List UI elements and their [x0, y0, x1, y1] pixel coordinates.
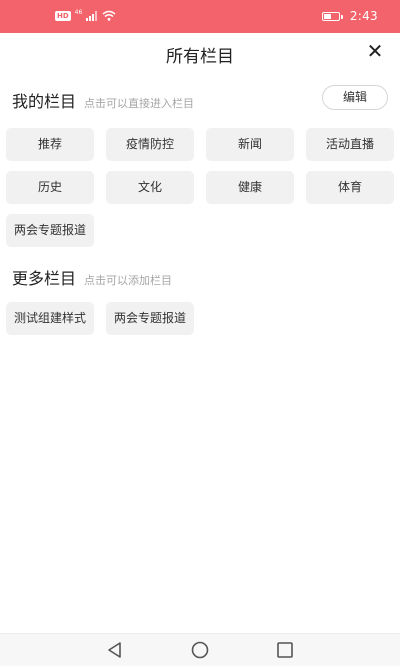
home-icon[interactable]: [189, 640, 211, 660]
channel-chip[interactable]: 历史: [6, 171, 94, 204]
hd-badge: HD: [55, 10, 71, 21]
my-channels-title: 我的栏目: [12, 92, 77, 111]
wifi-icon: [102, 10, 116, 21]
battery-level: [323, 13, 331, 19]
edit-button[interactable]: 编辑: [322, 85, 388, 110]
close-icon[interactable]: ✕: [364, 40, 386, 62]
channel-chip[interactable]: 新闻: [206, 128, 294, 161]
signal-icon: [86, 10, 98, 21]
status-bar: HD 46 2:43: [0, 0, 400, 33]
navigation-bar: [0, 633, 400, 666]
status-right: 2:43: [321, 9, 378, 23]
battery-icon: [321, 11, 343, 21]
page-title: 所有栏目: [166, 47, 234, 67]
more-channel-chip[interactable]: 两会专题报道: [106, 302, 194, 335]
network-type: 46: [74, 9, 83, 16]
back-icon[interactable]: [104, 640, 126, 660]
recents-icon[interactable]: [274, 640, 296, 660]
channel-chip[interactable]: 健康: [206, 171, 294, 204]
channel-chip[interactable]: 活动直播: [306, 128, 394, 161]
channel-chip[interactable]: 体育: [306, 171, 394, 204]
channel-chip[interactable]: 疫情防控: [106, 128, 194, 161]
clock: 2:43: [349, 9, 378, 23]
more-channels-hint: 点击可以添加栏目: [84, 274, 173, 287]
channel-chip[interactable]: 文化: [106, 171, 194, 204]
channel-chip[interactable]: 推荐: [6, 128, 94, 161]
more-channels-header: 更多栏目 点击可以添加栏目: [12, 265, 172, 289]
header: 所有栏目 ✕: [0, 33, 400, 73]
my-channels-header: 我的栏目 点击可以直接进入栏目: [12, 88, 194, 112]
more-channels-title: 更多栏目: [12, 269, 77, 288]
status-left: HD 46: [55, 10, 116, 21]
more-channel-chip[interactable]: 测试组建样式: [6, 302, 94, 335]
channel-chip[interactable]: 两会专题报道: [6, 214, 94, 247]
my-channels-hint: 点击可以直接进入栏目: [84, 97, 195, 110]
